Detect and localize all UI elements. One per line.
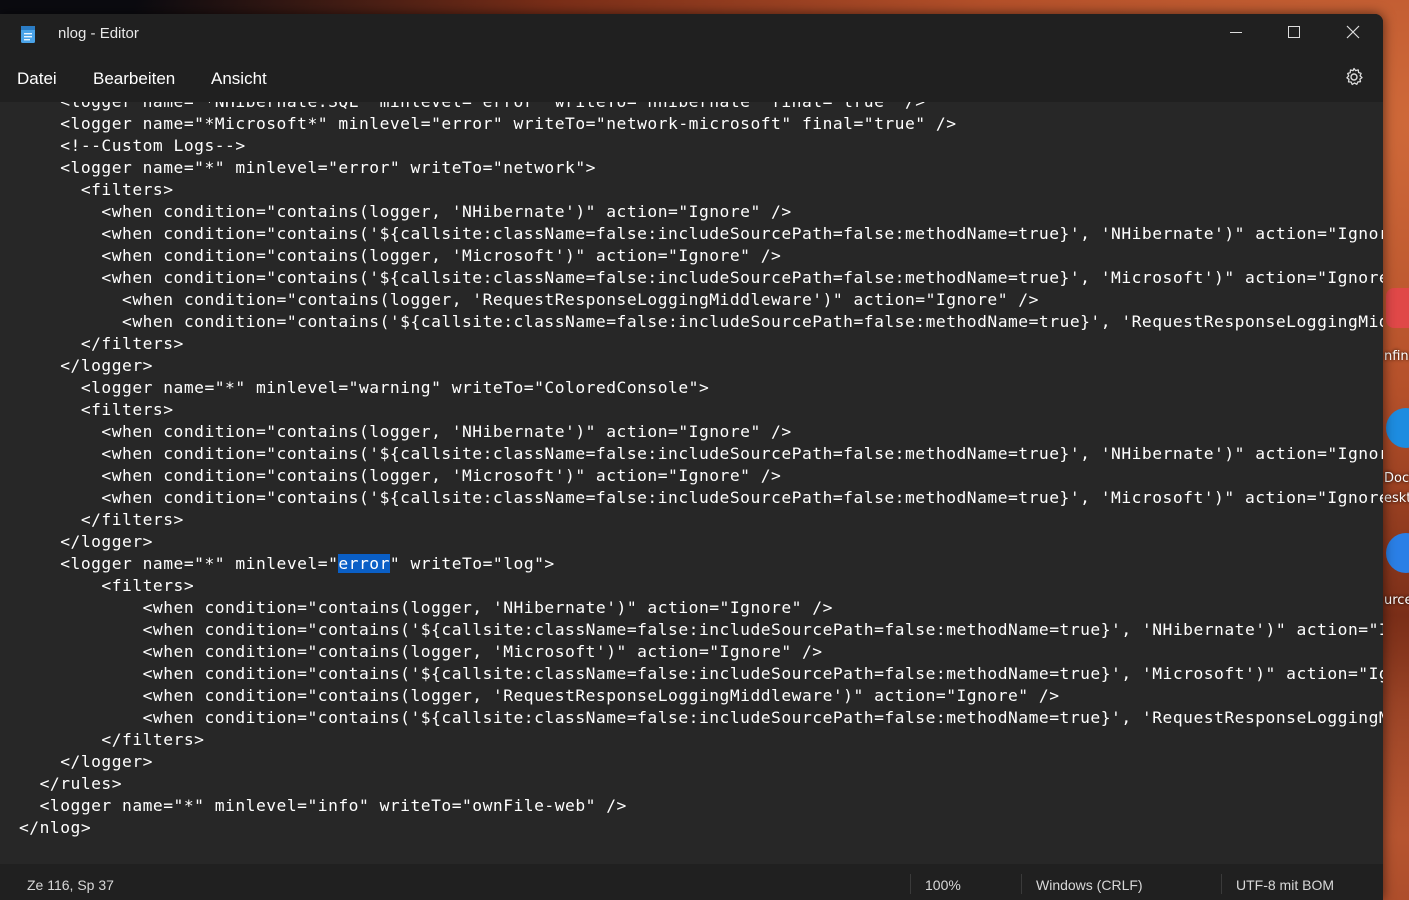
- notepad-window: nlog - Editor Datei Bearbeiten Ansicht <…: [0, 14, 1383, 900]
- code-line[interactable]: <logger name="*" minlevel="warning" writ…: [19, 377, 1383, 399]
- menu-bearbeiten[interactable]: Bearbeiten: [93, 69, 175, 89]
- code-line[interactable]: <logger name="*" minlevel="info" writeTo…: [19, 795, 1383, 817]
- code-line[interactable]: </filters>: [19, 729, 1383, 751]
- code-line[interactable]: </logger>: [19, 531, 1383, 553]
- desktop-icon-label: urce: [1384, 593, 1409, 608]
- code-line[interactable]: <when condition="contains('${callsite:cl…: [19, 663, 1383, 685]
- status-divider: [1221, 874, 1222, 894]
- code-line[interactable]: </rules>: [19, 773, 1383, 795]
- code-line[interactable]: <filters>: [19, 399, 1383, 421]
- code-line[interactable]: <filters>: [19, 575, 1383, 597]
- status-divider: [1021, 874, 1022, 894]
- code-line[interactable]: </filters>: [19, 509, 1383, 531]
- code-line[interactable]: <when condition="contains('${callsite:cl…: [19, 487, 1383, 509]
- code-line[interactable]: <when condition="contains('${callsite:cl…: [19, 223, 1383, 245]
- settings-gear-icon[interactable]: [1344, 67, 1364, 87]
- desktop-app-icon[interactable]: [1386, 533, 1409, 573]
- code-line[interactable]: <logger name="*Microsoft*" minlevel="err…: [19, 113, 1383, 135]
- cursor-position: Ze 116, Sp 37: [27, 877, 114, 893]
- line-ending: Windows (CRLF): [1036, 877, 1143, 893]
- close-button[interactable]: [1324, 14, 1382, 50]
- status-bar: Ze 116, Sp 37 100% Windows (CRLF) UTF-8 …: [0, 864, 1383, 900]
- status-divider: [910, 874, 911, 894]
- code-line[interactable]: <when condition="contains(logger, 'Reque…: [19, 289, 1383, 311]
- menu-datei[interactable]: Datei: [17, 69, 57, 89]
- menu-ansicht[interactable]: Ansicht: [211, 69, 267, 89]
- code-line[interactable]: <when condition="contains(logger, 'Micro…: [19, 465, 1383, 487]
- encoding: UTF-8 mit BOM: [1236, 877, 1334, 893]
- code-line[interactable]: <when condition="contains('${callsite:cl…: [19, 619, 1383, 641]
- code-line[interactable]: <when condition="contains(logger, 'Reque…: [19, 685, 1383, 707]
- selected-text[interactable]: error: [338, 554, 390, 573]
- code-line[interactable]: <when condition="contains(logger, 'Micro…: [19, 245, 1383, 267]
- title-bar[interactable]: nlog - Editor: [0, 14, 1383, 54]
- code-line[interactable]: </filters>: [19, 333, 1383, 355]
- code-line[interactable]: <when condition="contains('${callsite:cl…: [19, 707, 1383, 729]
- desktop-icon-label: eskt: [1384, 491, 1409, 506]
- code-line[interactable]: <when condition="contains(logger, 'Micro…: [19, 641, 1383, 663]
- code-line[interactable]: </nlog>: [19, 817, 1383, 839]
- close-icon: [1346, 25, 1360, 39]
- code-line[interactable]: <filters>: [19, 179, 1383, 201]
- desktop-app-icon[interactable]: [1386, 288, 1409, 328]
- code-text[interactable]: <logger name="*NHibernate.SQL" minlevel=…: [19, 102, 1383, 839]
- desktop-icon-label: nfinc: [1384, 349, 1409, 364]
- code-line[interactable]: <logger name="*NHibernate.SQL" minlevel=…: [19, 102, 1383, 113]
- window-title: nlog - Editor: [58, 25, 139, 42]
- docker-icon[interactable]: [1386, 408, 1409, 448]
- code-line[interactable]: <when condition="contains(logger, 'NHibe…: [19, 597, 1383, 619]
- text-editor-area[interactable]: <logger name="*NHibernate.SQL" minlevel=…: [0, 102, 1383, 864]
- minimize-icon: [1230, 32, 1242, 33]
- code-line[interactable]: <when condition="contains('${callsite:cl…: [19, 311, 1383, 333]
- code-line[interactable]: <logger name="*" minlevel="error" writeT…: [19, 553, 1383, 575]
- notepad-icon: [21, 26, 35, 43]
- code-line[interactable]: <when condition="contains(logger, 'NHibe…: [19, 201, 1383, 223]
- code-line[interactable]: </logger>: [19, 751, 1383, 773]
- desktop-icon-label: Dock: [1384, 471, 1409, 486]
- minimize-button[interactable]: [1207, 14, 1265, 50]
- code-line[interactable]: <when condition="contains('${callsite:cl…: [19, 443, 1383, 465]
- code-line[interactable]: <logger name="*" minlevel="error" writeT…: [19, 157, 1383, 179]
- code-line[interactable]: <!--Custom Logs-->: [19, 135, 1383, 157]
- maximize-button[interactable]: [1265, 14, 1323, 50]
- code-line[interactable]: <when condition="contains(logger, 'NHibe…: [19, 421, 1383, 443]
- code-line[interactable]: </logger>: [19, 355, 1383, 377]
- code-line[interactable]: <when condition="contains('${callsite:cl…: [19, 267, 1383, 289]
- zoom-level: 100%: [925, 877, 961, 893]
- maximize-icon: [1288, 26, 1300, 38]
- menu-bar: Datei Bearbeiten Ansicht: [0, 54, 1383, 102]
